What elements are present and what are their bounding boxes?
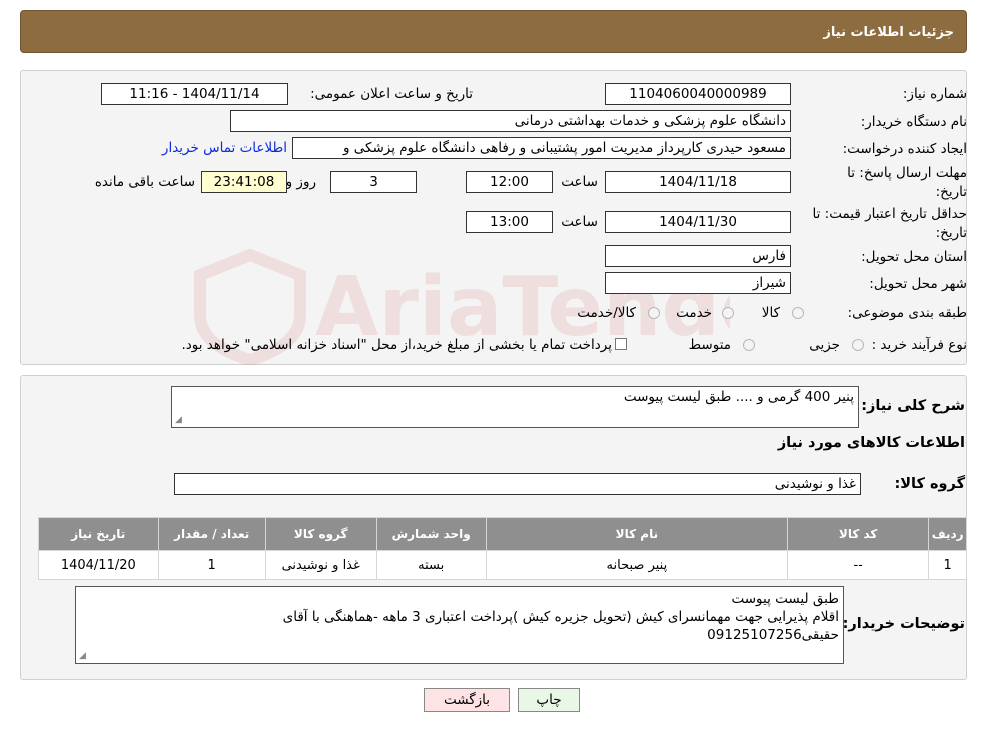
- cell-item-code: --: [788, 551, 929, 579]
- cell-row-number: 1: [929, 551, 966, 579]
- category-option-service: خدمت: [676, 305, 712, 321]
- remaining-time-label: ساعت باقی مانده: [94, 174, 195, 190]
- buyer-notes-textarea[interactable]: طبق لیست پیوست اقلام پذیرایی جهت مهمانسر…: [75, 586, 844, 664]
- goods-section-title: اطلاعات کالاهای مورد نیاز: [777, 435, 965, 451]
- resize-handle-icon[interactable]: ◢: [175, 416, 182, 425]
- deadline-time-field: 12:00: [466, 171, 553, 193]
- cell-item-name: پنیر صبحانه: [486, 551, 788, 579]
- buyer-notes-line-3: حقیقی09125107256: [707, 627, 839, 643]
- process-option-minor: جزیی: [809, 337, 840, 353]
- category-radio-goods-service[interactable]: [648, 307, 660, 319]
- need-desc-textarea[interactable]: پنیر 400 گرمی و .... طبق لیست پیوست ◢: [171, 386, 859, 428]
- price-validity-label-date: تاریخ:: [935, 225, 967, 241]
- col-quantity: تعداد / مقدار: [158, 518, 265, 550]
- col-item-name: نام کالا: [486, 518, 788, 550]
- process-radio-minor[interactable]: [852, 339, 864, 351]
- city-label: شهر محل تحویل:: [869, 276, 967, 292]
- deadline-date-field: 1404/11/18: [605, 171, 791, 193]
- goods-group-label: گروه کالا:: [894, 476, 965, 492]
- process-radio-medium[interactable]: [743, 339, 755, 351]
- goods-group-field: غذا و نوشیدنی: [174, 473, 861, 495]
- process-option-medium: متوسط: [688, 337, 731, 353]
- deadline-label-date: تاریخ:: [935, 184, 967, 200]
- requester-field: مسعود حیدری کارپرداز مدیریت امور پشتیبان…: [292, 137, 791, 159]
- resize-handle-icon[interactable]: ◢: [79, 652, 86, 661]
- category-radio-goods[interactable]: [792, 307, 804, 319]
- price-validity-time-field: 13:00: [466, 211, 553, 233]
- buyer-org-field: دانشگاه علوم پزشکی و خدمات بهداشتی درمان…: [230, 110, 791, 132]
- province-field: فارس: [605, 245, 791, 267]
- col-row-number: ردیف: [929, 518, 966, 550]
- category-option-goods-service: کالا/خدمت: [577, 305, 636, 321]
- page-title: جزئیات اطلاعات نیاز: [823, 25, 954, 40]
- requester-label: ایجاد کننده درخواست:: [842, 141, 967, 157]
- buyer-notes-label: توضیحات خریدار:: [842, 616, 965, 632]
- province-label: استان محل تحویل:: [861, 249, 967, 265]
- days-label: روز و: [285, 174, 316, 190]
- price-validity-date-field: 1404/11/30: [605, 211, 791, 233]
- need-number-label: شماره نیاز:: [902, 86, 967, 102]
- category-radio-service[interactable]: [722, 307, 734, 319]
- buyer-notes-line-2: اقلام پذیرایی جهت مهمانسرای کیش (تحویل ج…: [282, 609, 839, 625]
- page-header: جزئیات اطلاعات نیاز: [20, 10, 967, 53]
- announce-datetime-field: 1404/11/14 - 11:16: [101, 83, 288, 105]
- deadline-hour-label: ساعت: [561, 174, 598, 190]
- need-desc-value: پنیر 400 گرمی و .... طبق لیست پیوست: [623, 389, 854, 405]
- deadline-label: مهلت ارسال پاسخ: تا: [847, 165, 967, 181]
- need-number-field: 1104060040000989: [605, 83, 791, 105]
- process-note: پرداخت تمام یا بخشی از مبلغ خرید،از محل …: [181, 337, 612, 353]
- category-option-goods: کالا: [761, 305, 780, 321]
- col-need-date: تاریخ نیاز: [39, 518, 158, 550]
- table-header-row: ردیف کد کالا نام کالا واحد شمارش گروه کا…: [39, 518, 966, 550]
- announce-label: تاریخ و ساعت اعلان عمومی:: [310, 86, 473, 102]
- back-button[interactable]: بازگشت: [424, 688, 510, 712]
- table-row: 1 -- پنیر صبحانه بسته غذا و نوشیدنی 1 14…: [39, 551, 966, 579]
- cell-unit: بسته: [376, 551, 486, 579]
- category-label: طبقه بندی موضوعی:: [847, 305, 967, 321]
- buyer-notes-line-1: طبق لیست پیوست: [731, 591, 839, 607]
- process-label: نوع فرآیند خرید :: [871, 337, 967, 353]
- col-group: گروه کالا: [265, 518, 376, 550]
- print-button[interactable]: چاپ: [518, 688, 580, 712]
- price-validity-hour-label: ساعت: [561, 214, 598, 230]
- cell-quantity: 1: [158, 551, 265, 579]
- col-unit: واحد شمارش: [376, 518, 486, 550]
- remaining-time-field: 23:41:08: [201, 171, 287, 193]
- cell-need-date: 1404/11/20: [39, 551, 158, 579]
- col-item-code: کد کالا: [788, 518, 929, 550]
- need-desc-label: شرح کلی نیاز:: [861, 398, 965, 414]
- goods-table: ردیف کد کالا نام کالا واحد شمارش گروه کا…: [38, 517, 967, 580]
- treasury-bonds-checkbox[interactable]: [615, 338, 627, 350]
- city-field: شیراز: [605, 272, 791, 294]
- cell-group: غذا و نوشیدنی: [265, 551, 376, 579]
- contact-info-link[interactable]: اطلاعات تماس خریدار: [162, 140, 287, 156]
- buyer-org-label: نام دستگاه خریدار:: [860, 114, 967, 130]
- price-validity-label: حداقل تاریخ اعتبار قیمت: تا: [812, 206, 967, 222]
- days-remaining-field: 3: [330, 171, 417, 193]
